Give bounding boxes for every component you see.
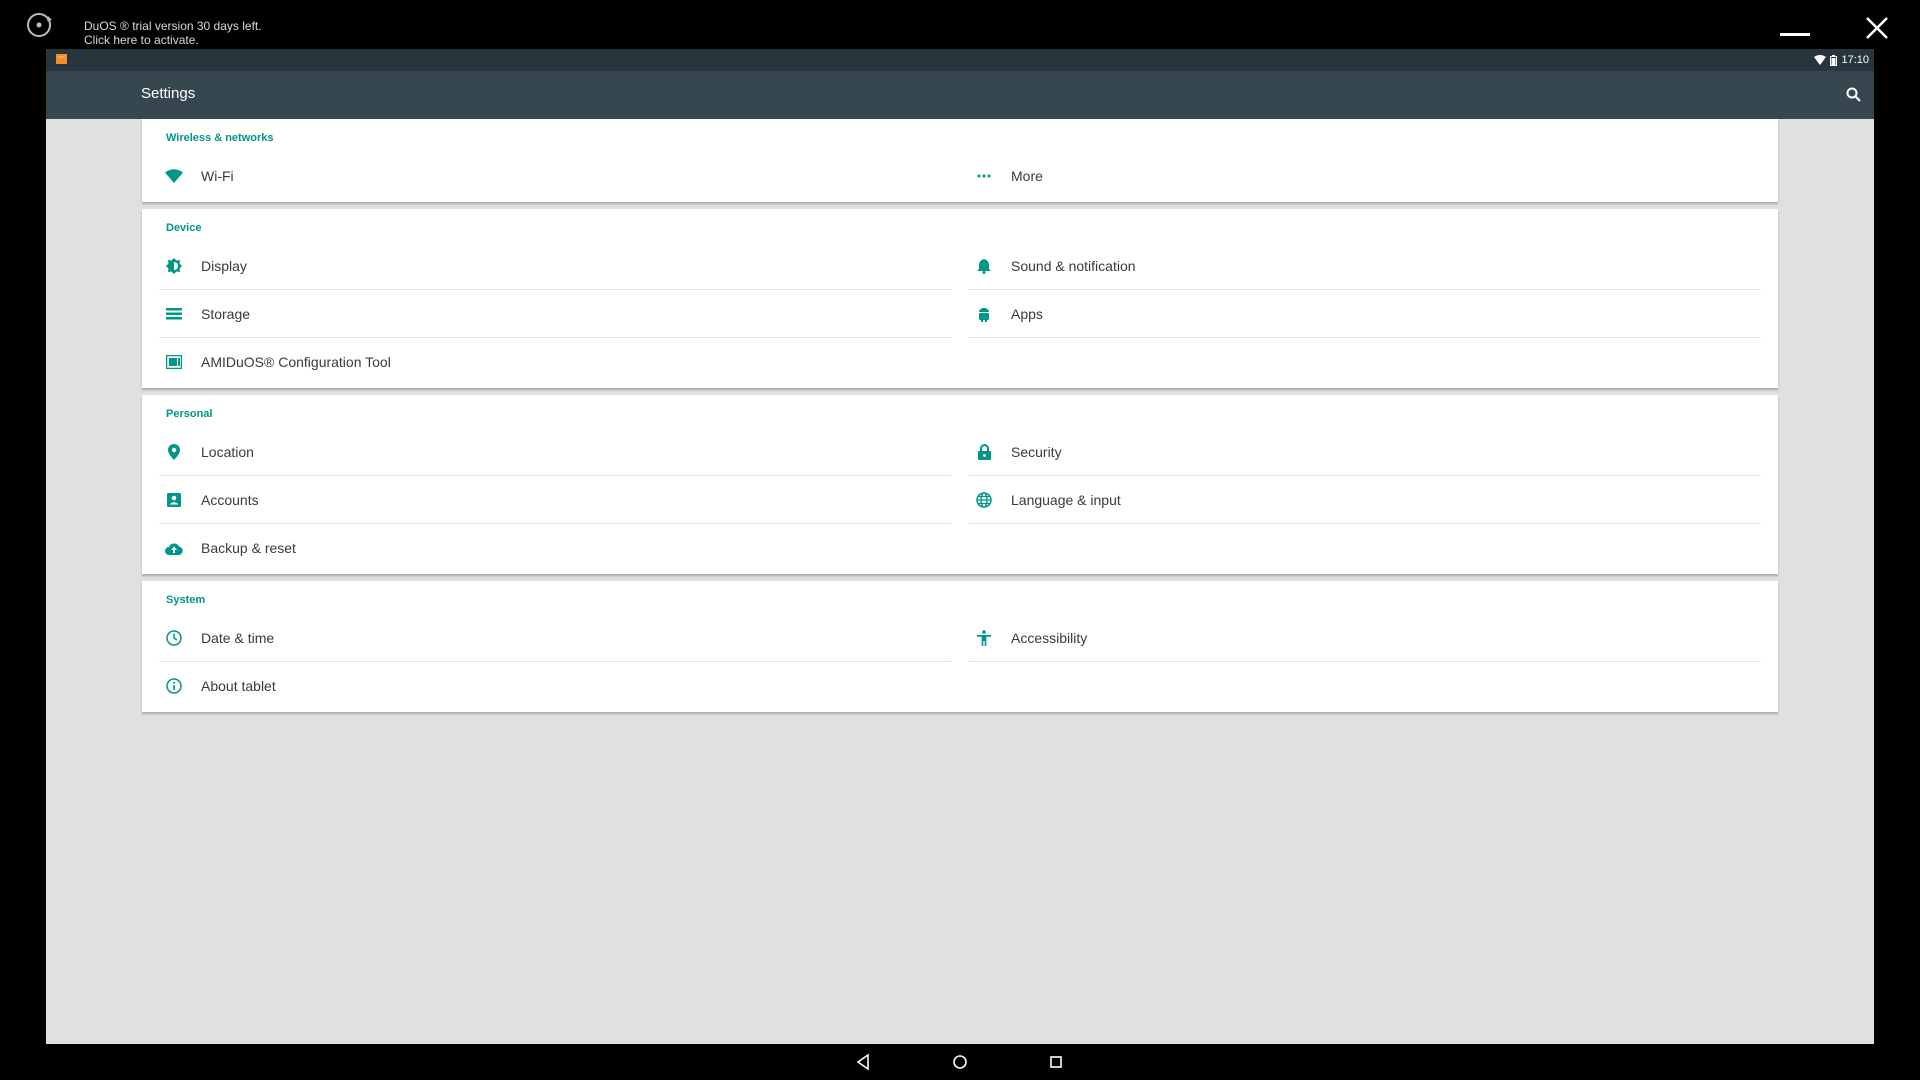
trial-notice-link[interactable]: DuOS ® trial version 30 days left. Click… xyxy=(84,19,262,47)
config-tool-icon xyxy=(163,351,185,373)
status-bar: 17:10 xyxy=(46,49,1874,71)
section-device: Device Display Sound & notification Stor… xyxy=(142,209,1778,388)
settings-item-label: About tablet xyxy=(201,678,276,694)
clock-time: 17:10 xyxy=(1841,54,1869,66)
settings-item-amiduos-config[interactable]: AMIDuOS® Configuration Tool xyxy=(159,338,951,386)
settings-item-label: AMIDuOS® Configuration Tool xyxy=(201,354,391,370)
settings-item-accounts[interactable]: Accounts xyxy=(159,476,951,524)
settings-item-about-tablet[interactable]: About tablet xyxy=(159,662,951,710)
section-title: Wireless & networks xyxy=(166,132,274,144)
settings-item-label: Sound & notification xyxy=(1011,258,1136,274)
settings-item-label: Display xyxy=(201,258,247,274)
section-wireless-networks: Wireless & networks Wi-Fi More xyxy=(142,119,1778,202)
settings-item-storage[interactable]: Storage xyxy=(159,290,951,338)
settings-item-backup-reset[interactable]: Backup & reset xyxy=(159,524,951,572)
info-icon xyxy=(163,675,185,697)
navigation-bar xyxy=(0,1044,1920,1080)
storage-icon xyxy=(163,303,185,325)
wifi-icon xyxy=(163,165,185,187)
section-system: System Date & time Accessibility About t… xyxy=(142,581,1778,712)
close-window-button[interactable] xyxy=(1862,13,1892,43)
back-button-icon[interactable] xyxy=(853,1051,875,1073)
settings-item-label: Storage xyxy=(201,306,251,322)
settings-item-label: Accounts xyxy=(201,492,259,508)
empty-cell xyxy=(969,524,1761,572)
settings-item-label: Date & time xyxy=(201,630,275,646)
settings-item-accessibility[interactable]: Accessibility xyxy=(969,614,1761,662)
android-screen: 17:10 Settings Wireless & networks Wi-Fi… xyxy=(46,49,1874,1044)
settings-item-wifi[interactable]: Wi-Fi xyxy=(159,152,951,200)
section-personal: Personal Location Security Accounts Lang… xyxy=(142,395,1778,574)
settings-item-security[interactable]: Security xyxy=(969,428,1761,476)
section-title: Personal xyxy=(166,408,213,420)
section-title: Device xyxy=(166,222,202,234)
battery-icon xyxy=(1830,54,1838,66)
settings-item-language-input[interactable]: Language & input xyxy=(969,476,1761,524)
settings-item-label: Backup & reset xyxy=(201,540,296,556)
android-icon xyxy=(973,303,995,325)
settings-item-more[interactable]: More xyxy=(969,152,1761,200)
settings-item-label: Wi-Fi xyxy=(201,168,234,184)
notification-icon xyxy=(56,54,67,64)
settings-item-display[interactable]: Display xyxy=(159,242,951,290)
clock-icon xyxy=(163,627,185,649)
settings-item-label: Security xyxy=(1011,444,1062,460)
home-button-icon[interactable] xyxy=(949,1051,971,1073)
settings-item-sound-notification[interactable]: Sound & notification xyxy=(969,242,1761,290)
accessibility-icon xyxy=(973,627,995,649)
status-indicators: 17:10 xyxy=(1814,52,1869,68)
lock-icon xyxy=(973,441,995,463)
app-bar: Settings xyxy=(46,71,1874,119)
emulator-title-bar: DuOS ® trial version 30 days left. Click… xyxy=(0,0,1920,49)
settings-item-apps[interactable]: Apps xyxy=(969,290,1761,338)
activate-prompt-text: Click here to activate. xyxy=(84,33,199,47)
page-title: Settings xyxy=(141,85,196,102)
brightness-icon xyxy=(163,255,185,277)
more-dots-icon xyxy=(973,165,995,187)
settings-item-label: More xyxy=(1011,168,1043,184)
settings-item-label: Accessibility xyxy=(1011,630,1088,646)
settings-item-label: Apps xyxy=(1011,306,1043,322)
settings-item-location[interactable]: Location xyxy=(159,428,951,476)
settings-item-label: Language & input xyxy=(1011,492,1121,508)
wifi-signal-icon xyxy=(1814,55,1827,65)
location-pin-icon xyxy=(163,441,185,463)
section-title: System xyxy=(166,594,206,606)
search-icon[interactable] xyxy=(1844,85,1864,105)
recents-button-icon[interactable] xyxy=(1045,1051,1067,1073)
settings-item-label: Location xyxy=(201,444,254,460)
empty-cell xyxy=(969,662,1761,710)
bell-icon xyxy=(973,255,995,277)
account-box-icon xyxy=(163,489,185,511)
settings-list: Wireless & networks Wi-Fi More Device Di… xyxy=(142,119,1778,719)
cloud-upload-icon xyxy=(163,537,185,559)
trial-days-left-text: DuOS ® trial version 30 days left. xyxy=(84,19,262,33)
duos-logo-icon xyxy=(27,13,52,37)
empty-cell xyxy=(969,338,1761,386)
globe-icon xyxy=(973,489,995,511)
minimize-button[interactable] xyxy=(1778,18,1812,38)
settings-item-date-time[interactable]: Date & time xyxy=(159,614,951,662)
